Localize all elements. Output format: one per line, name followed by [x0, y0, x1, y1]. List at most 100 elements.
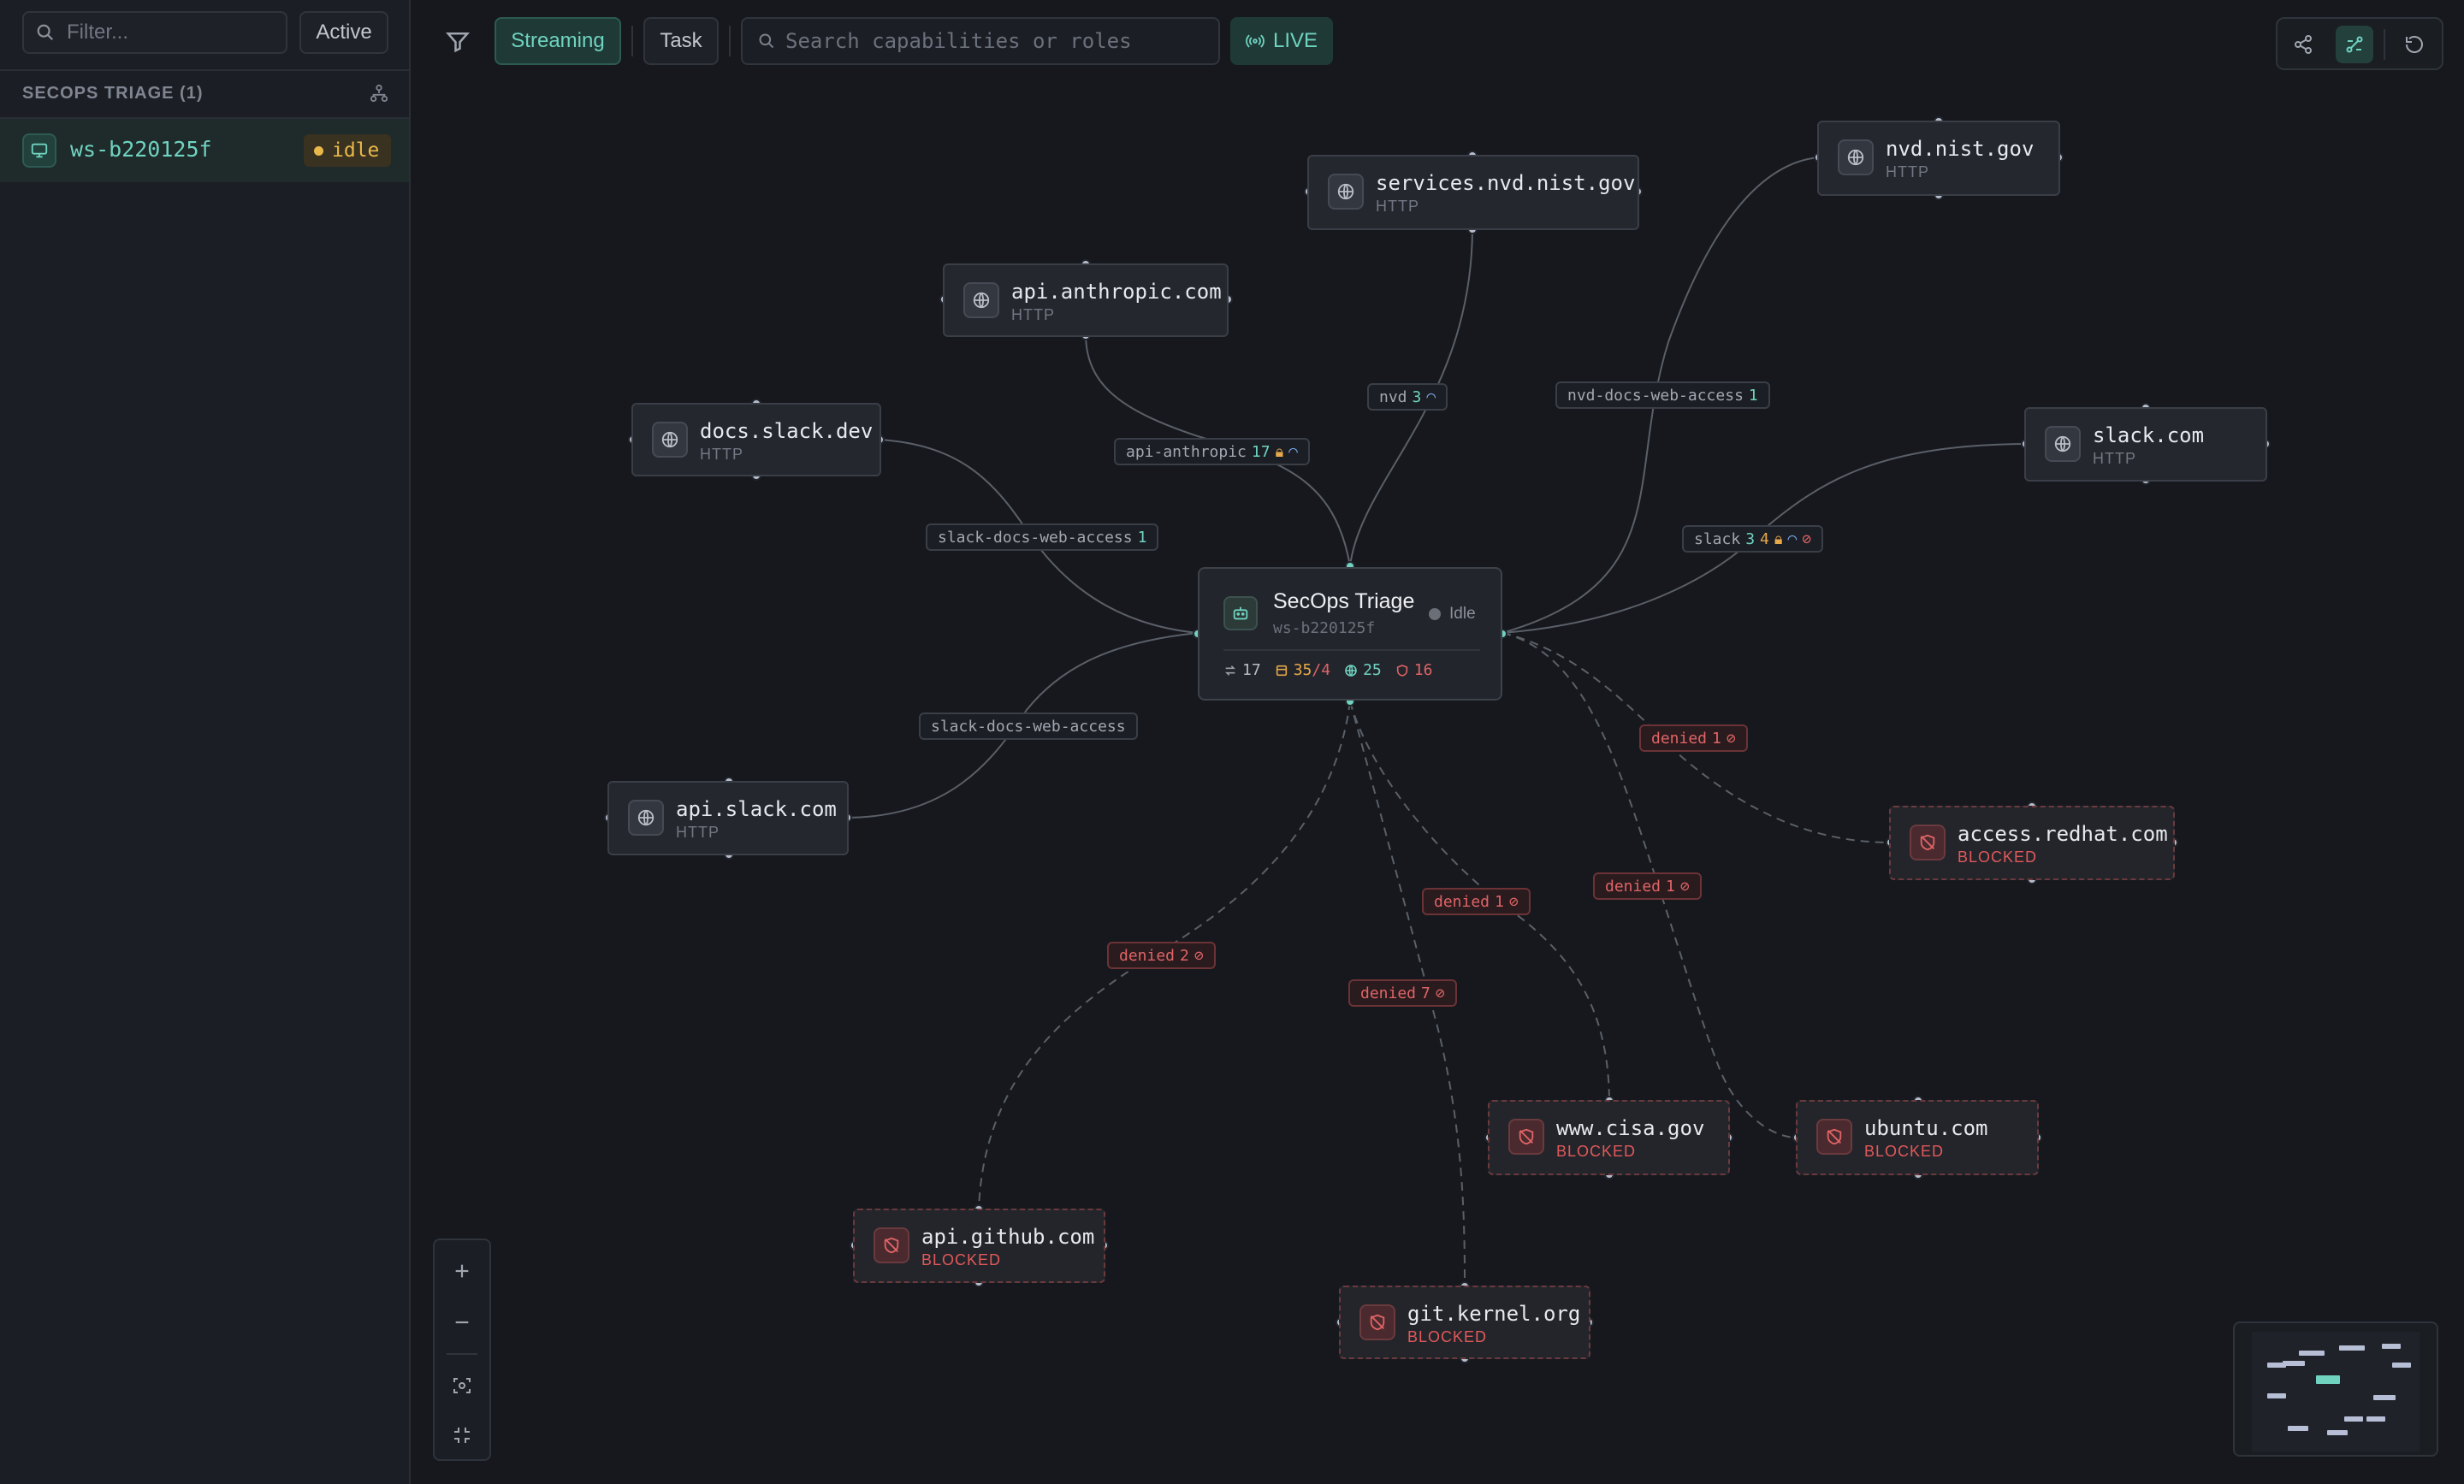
edge-name: denied	[1605, 877, 1661, 896]
fit-view-button[interactable]	[443, 1367, 481, 1404]
sidebar: Active SECOPS TRIAGE (1) ws-b220125f idl…	[0, 0, 411, 1484]
divider	[0, 69, 409, 71]
filter-icon[interactable]	[445, 28, 471, 54]
minimap-node	[2344, 1416, 2363, 1422]
zoom-in-button[interactable]	[443, 1252, 481, 1290]
divider	[447, 1353, 477, 1355]
stat-denied-value: 16	[1413, 661, 1433, 679]
task-button[interactable]: Task	[643, 17, 719, 65]
node-subtitle: HTTP	[700, 446, 743, 463]
edge-label-anthropic[interactable]: api-anthropic 17 🔒︎ ◠	[1114, 438, 1310, 465]
node-services-nvd[interactable]: services.nvd.nist.gov HTTP	[1307, 155, 1639, 230]
globe-icon	[652, 422, 688, 458]
edge-name: denied	[1119, 946, 1176, 965]
node-access-redhat[interactable]: access.redhat.com BLOCKED	[1889, 806, 2175, 880]
refresh-icon	[2406, 36, 2423, 53]
minimap-node	[2382, 1344, 2401, 1349]
edge-label-denied-github[interactable]: denied 2 ⊘	[1107, 942, 1216, 969]
shield-icon: ⊘	[1435, 984, 1445, 1002]
minimap-node	[2299, 1351, 2325, 1356]
hierarchy-icon[interactable]	[370, 84, 388, 103]
minimap-node	[2373, 1395, 2396, 1400]
node-slack-com[interactable]: slack.com HTTP	[2024, 407, 2267, 482]
edge-label-denied-redhat[interactable]: denied 1 ⊘	[1639, 724, 1748, 752]
node-docs-slack[interactable]: docs.slack.dev HTTP	[631, 403, 881, 476]
node-nvd-nist[interactable]: nvd.nist.gov HTTP	[1817, 121, 2060, 196]
node-github[interactable]: api.github.com BLOCKED	[853, 1209, 1105, 1283]
node-subtitle: BLOCKED	[1407, 1328, 1488, 1345]
node-title: git.kernel.org	[1407, 1302, 1581, 1326]
reset-button[interactable]	[2396, 26, 2433, 63]
status-text: Idle	[1449, 605, 1476, 623]
collapse-button[interactable]	[443, 1416, 481, 1454]
node-subtitle: BLOCKED	[1864, 1143, 1945, 1160]
arrows-icon	[1225, 665, 1235, 676]
focus-icon	[453, 1378, 471, 1393]
monitor-icon	[22, 133, 56, 168]
view-tools	[2276, 17, 2443, 70]
edge-name: denied	[1434, 892, 1490, 911]
globe-icon	[1345, 664, 1357, 677]
edge-count: 3	[1745, 529, 1756, 548]
edge-count: 2	[1180, 946, 1189, 965]
edge-count: 17	[1251, 442, 1270, 461]
minimap[interactable]	[2233, 1321, 2438, 1457]
node-api-slack[interactable]: api.slack.com HTTP	[607, 781, 849, 855]
edge-count: 1	[1748, 386, 1758, 405]
edge-count: 1	[1495, 892, 1504, 911]
workflow-icon	[2346, 36, 2363, 53]
status-text: idle	[332, 139, 380, 162]
node-cisa[interactable]: www.cisa.gov BLOCKED	[1488, 1100, 1730, 1175]
minimap-node	[2288, 1426, 2308, 1431]
edge-label-denied-cisa[interactable]: denied 1 ⊘	[1422, 888, 1531, 915]
node-api-anthropic[interactable]: api.anthropic.com HTTP	[943, 263, 1229, 337]
live-button[interactable]: LIVE	[1230, 17, 1333, 65]
minimap-node-central	[2316, 1375, 2340, 1384]
edge-name: slack-docs-web-access	[938, 528, 1133, 547]
search-box[interactable]	[741, 17, 1220, 65]
node-subtitle: HTTP	[676, 824, 720, 841]
edge-label-slack-docs[interactable]: slack-docs-web-access 1	[926, 523, 1159, 551]
broadcast-icon	[1246, 34, 1265, 48]
agent-title: SecOps Triage	[1273, 589, 1415, 613]
blocked-icon	[874, 1227, 909, 1263]
edge-label-denied-kernel[interactable]: denied 7 ⊘	[1348, 979, 1457, 1007]
lock-icon: 🔒︎	[1275, 442, 1284, 461]
edge-label-slack-docs-2[interactable]: slack-docs-web-access	[919, 712, 1138, 740]
central-agent-node[interactable]: SecOps Triage ws-b220125f Idle 17 35/4 2…	[1198, 567, 1502, 701]
shield-icon: ⊘	[1508, 892, 1519, 911]
edge-label-nvd-docs[interactable]: nvd-docs-web-access 1	[1555, 381, 1770, 409]
edge-name: slack	[1694, 529, 1741, 548]
workspace-item[interactable]: ws-b220125f idle	[0, 119, 409, 182]
agent-status: Idle	[1429, 605, 1476, 624]
node-title: api.slack.com	[676, 797, 837, 821]
minimap-node	[2339, 1345, 2365, 1351]
edge-label-nvd[interactable]: nvd 3 ◠	[1367, 383, 1448, 411]
search-icon	[37, 24, 54, 41]
node-title: api.anthropic.com	[1011, 280, 1222, 304]
node-kernel[interactable]: git.kernel.org BLOCKED	[1339, 1286, 1590, 1359]
edge-label-slack[interactable]: slack 3 4 🔒︎ ◠ ⊘	[1682, 525, 1824, 553]
zoom-out-button[interactable]	[443, 1304, 481, 1341]
stat-sessions-value: 35	[1293, 661, 1312, 679]
edge-label-denied-ubuntu[interactable]: denied 1 ⊘	[1593, 872, 1702, 900]
node-title: www.cisa.gov	[1556, 1116, 1705, 1140]
share-button[interactable]	[2284, 26, 2322, 63]
edge-count: 1	[1137, 528, 1147, 547]
box-icon	[1276, 665, 1287, 676]
node-ubuntu[interactable]: ubuntu.com BLOCKED	[1796, 1100, 2039, 1175]
layout-button[interactable]	[2336, 26, 2373, 63]
shield-icon: ⊘	[1726, 729, 1736, 748]
gauge-icon: ◠	[1787, 529, 1798, 548]
search-icon	[759, 33, 774, 49]
search-input[interactable]	[784, 28, 1198, 54]
divider	[1223, 649, 1480, 651]
gauge-icon: ◠	[1426, 387, 1436, 406]
active-filter-button[interactable]: Active	[299, 11, 388, 54]
globe-icon	[628, 800, 664, 836]
filter-input[interactable]	[65, 20, 274, 45]
filter-box[interactable]	[22, 11, 287, 54]
minimap-node	[2267, 1393, 2286, 1398]
streaming-button[interactable]: Streaming	[495, 17, 621, 65]
blocked-icon	[1359, 1304, 1395, 1340]
